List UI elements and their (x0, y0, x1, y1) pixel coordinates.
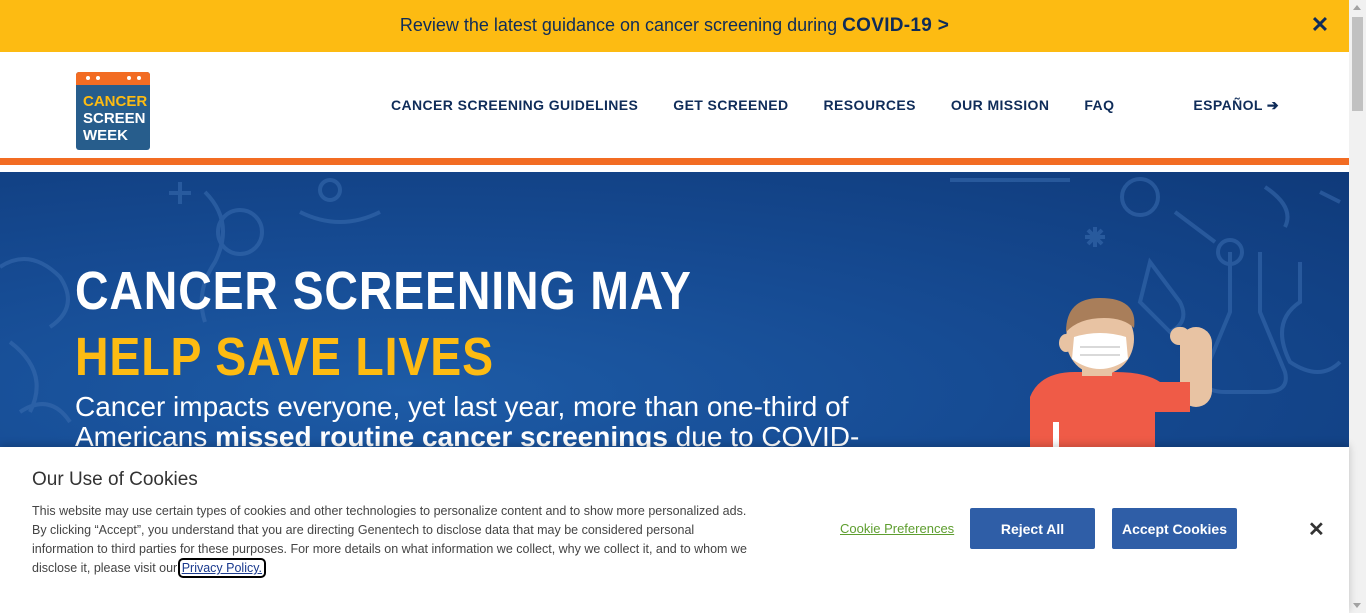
nav-cancer-screening-guidelines[interactable]: CANCER SCREENING GUIDELINES (391, 97, 638, 113)
accept-cookies-button[interactable]: Accept Cookies (1112, 508, 1237, 549)
banner-link[interactable]: COVID-19 > (842, 15, 949, 36)
logo-line-3: WEEK (83, 127, 128, 144)
logo-calendar-bar (76, 72, 150, 85)
nav-get-screened[interactable]: GET SCREENED (673, 97, 788, 113)
covid-alert-banner[interactable]: Review the latest guidance on cancer scr… (0, 0, 1349, 52)
hero-title: CANCER SCREENING MAY (75, 261, 692, 321)
cookie-title: Our Use of Cookies (32, 469, 198, 490)
page-scrollbar[interactable] (1349, 0, 1366, 613)
page: Review the latest guidance on cancer scr… (0, 0, 1366, 613)
cookie-body-text: This website may use certain types of co… (32, 504, 747, 575)
nav-our-mission[interactable]: OUR MISSION (951, 97, 1050, 113)
scroll-up-icon[interactable] (1353, 5, 1361, 10)
logo-line-1: CANCER (83, 93, 148, 110)
site-header: CANCER SCREEN WEEK CANCER SCREENING GUID… (0, 52, 1349, 165)
main-nav: CANCER SCREENING GUIDELINES GET SCREENED… (391, 97, 1114, 113)
privacy-policy-link[interactable]: Privacy Policy. (177, 558, 267, 578)
banner-text: Review the latest guidance on cancer scr… (399, 15, 843, 35)
nav-resources[interactable]: RESOURCES (824, 97, 916, 113)
banner-message[interactable]: Review the latest guidance on cancer scr… (400, 15, 949, 37)
cookie-consent-banner: Our Use of Cookies This website may use … (0, 447, 1349, 613)
scrollbar-thumb[interactable] (1352, 17, 1363, 111)
nav-faq[interactable]: FAQ (1084, 97, 1114, 113)
masked-person-illustration (1030, 298, 1212, 457)
logo-line-2: SCREEN (83, 110, 146, 127)
cookie-description: This website may use certain types of co… (32, 502, 752, 578)
scroll-down-icon[interactable] (1353, 603, 1361, 608)
hero-subtitle: HELP SAVE LIVES (75, 327, 494, 387)
banner-close-icon[interactable]: ✕ (1309, 14, 1331, 36)
cancer-screen-week-logo[interactable]: CANCER SCREEN WEEK (76, 72, 150, 150)
cookie-preferences-link[interactable]: Cookie Preferences (840, 521, 954, 536)
language-toggle-espanol[interactable]: ESPAÑOL ➔ (1193, 97, 1279, 114)
reject-all-button[interactable]: Reject All (970, 508, 1095, 549)
cookie-close-icon[interactable]: ✕ (1308, 520, 1325, 540)
